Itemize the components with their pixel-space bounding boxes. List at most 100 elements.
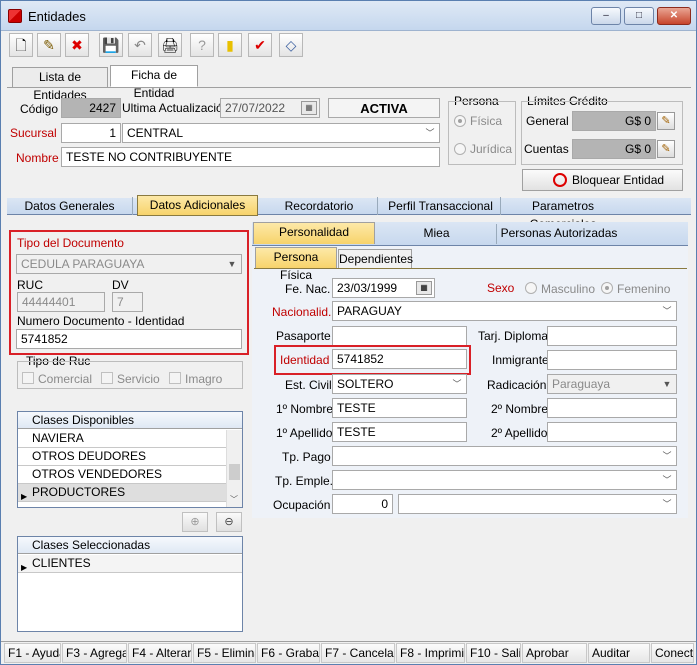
imagro-label: Imagro xyxy=(185,372,223,386)
add-clase-button[interactable]: ⊕ xyxy=(182,512,208,532)
calendar-icon[interactable]: ▦ xyxy=(416,281,432,295)
exit-icon[interactable]: ▮ xyxy=(218,33,242,57)
aprobar-button[interactable]: Aprobar xyxy=(522,643,587,663)
auditar-button[interactable]: Auditar xyxy=(588,643,650,663)
tp-pago-select[interactable]: ﹀ xyxy=(332,446,677,466)
f10-salir-button[interactable]: F10 - Salir xyxy=(466,643,521,663)
bloquear-entidad-button[interactable]: Bloquear Entidad xyxy=(522,169,683,191)
edit-general-icon[interactable]: ✎ xyxy=(657,112,675,130)
confirm-icon[interactable]: ✔ xyxy=(248,33,272,57)
tab-miea[interactable]: Miea xyxy=(377,224,497,244)
servicio-checkbox[interactable] xyxy=(101,372,113,384)
scroll-down-icon[interactable]: ﹀ xyxy=(230,494,238,505)
tab-recordatorio[interactable]: Recordatorio xyxy=(261,197,378,215)
radicacion-label: Radicación xyxy=(487,378,547,392)
edit-icon[interactable]: ✎ xyxy=(37,33,61,57)
tab-dependientes[interactable]: Dependientes xyxy=(338,249,413,268)
f6-grabar-button[interactable]: F6 - Grabar xyxy=(257,643,320,663)
sucursal-select[interactable]: CENTRAL ﹀ xyxy=(122,123,440,143)
identidad-label: Identidad xyxy=(280,353,330,367)
list-item[interactable]: ▶ CLIENTES xyxy=(18,555,242,573)
apellido2-field[interactable] xyxy=(547,422,677,442)
cuentas-field: G$ 0 xyxy=(572,139,656,159)
minimize-button[interactable]: – xyxy=(591,7,621,25)
new-icon[interactable]: 🗋 xyxy=(9,33,33,57)
chevron-down-icon: ﹀ xyxy=(662,475,672,485)
nombre2-field[interactable] xyxy=(547,398,677,418)
tp-emple-label: Tp. Emple. xyxy=(275,474,334,488)
nombre-label: Nombre xyxy=(16,151,59,165)
tp-emple-select[interactable]: ﹀ xyxy=(332,470,677,490)
juridica-radio[interactable] xyxy=(454,143,466,155)
scrollbar-thumb[interactable] xyxy=(229,464,240,480)
calendar-icon[interactable]: ▦ xyxy=(301,101,317,115)
est-civil-label: Est. Civil xyxy=(285,378,332,392)
tarj-diploma-field[interactable] xyxy=(547,326,677,346)
print-icon[interactable]: 🖨 xyxy=(158,33,182,57)
dv-field: 7 xyxy=(112,292,143,312)
status-badge: ACTIVA xyxy=(328,98,440,118)
tab-datos-generales[interactable]: Datos Generales xyxy=(7,197,133,215)
nombre1-field[interactable]: TESTE xyxy=(332,398,467,418)
f1-ayuda-button[interactable]: F1 - Ayuda xyxy=(4,643,61,663)
nombre-field[interactable]: TESTE NO CONTRIBUYENTE xyxy=(61,147,440,167)
sucursal-label: Sucursal xyxy=(10,126,57,140)
save-icon[interactable]: 💾 xyxy=(99,33,123,57)
chevron-down-icon: ﹀ xyxy=(662,499,672,509)
f3-agrega-button[interactable]: F3 - Agrega xyxy=(62,643,127,663)
status-bar: F1 - Ayuda F3 - Agrega F4 - Alterar F5 -… xyxy=(1,641,696,664)
scrollbar[interactable]: ﹀ xyxy=(226,430,242,507)
tab-personalidad[interactable]: Personalidad xyxy=(253,222,375,244)
remove-clase-button[interactable]: ⊖ xyxy=(216,512,242,532)
undo-icon[interactable]: ↶ xyxy=(128,33,152,57)
identidad-field[interactable]: 5741852 xyxy=(332,349,467,369)
femenino-label: Femenino xyxy=(617,282,671,296)
fisica-radio[interactable] xyxy=(454,115,466,127)
list-item[interactable]: OTROS DEUDORES xyxy=(18,448,226,466)
delete-icon[interactable]: ✖ xyxy=(65,33,89,57)
edit-cuentas-icon[interactable]: ✎ xyxy=(657,140,675,158)
f5-eliminar-button[interactable]: F5 - Eliminar xyxy=(193,643,256,663)
radicacion-select[interactable]: Paraguaya ▼ xyxy=(547,374,677,394)
masculino-radio[interactable] xyxy=(525,282,537,294)
est-civil-select[interactable]: SOLTERO ﹀ xyxy=(332,374,467,394)
femenino-radio[interactable] xyxy=(601,282,613,294)
chevron-down-icon: ﹀ xyxy=(662,306,672,316)
f7-cancelar-button[interactable]: F7 - Cancelar xyxy=(321,643,395,663)
help-icon[interactable]: ? xyxy=(190,33,214,57)
comercial-checkbox[interactable] xyxy=(22,372,34,384)
inmigrante-field[interactable] xyxy=(547,350,677,370)
clases-disponibles-grid[interactable]: Clases Disponibles NAVIERA OTROS DEUDORE… xyxy=(17,411,243,508)
pasaporte-field[interactable] xyxy=(332,326,467,346)
tab-datos-adicionales[interactable]: Datos Adicionales xyxy=(137,195,258,216)
tipo-documento-value: CEDULA PARAGUAYA xyxy=(21,257,145,271)
list-item[interactable]: ▶ PRODUCTORES xyxy=(18,484,226,502)
tipo-documento-select[interactable]: CEDULA PARAGUAYA ▼ xyxy=(16,254,242,274)
imagro-checkbox[interactable] xyxy=(169,372,181,384)
tab-ficha-entidad[interactable]: Ficha de Entidad xyxy=(110,65,198,100)
apellido1-field[interactable]: TESTE xyxy=(332,422,467,442)
cuentas-label: Cuentas xyxy=(524,142,569,156)
sucursal-number-field[interactable]: 1 xyxy=(61,123,121,143)
tab-persona-fisica[interactable]: Persona Física xyxy=(255,247,337,282)
f4-alterar-button[interactable]: F4 - Alterar xyxy=(128,643,192,663)
ocupacion-code-field[interactable]: 0 xyxy=(332,494,393,514)
entidades-window: Entidades – □ ✕ 🗋 ✎ ✖ 💾 ↶ 🖨 ? ▮ ✔ ◇ List… xyxy=(0,0,697,665)
conectar-button[interactable]: Conectar xyxy=(651,643,694,663)
tab-lista-entidades[interactable]: Lista de Entidades xyxy=(12,67,108,102)
tab-parametros-comerciales[interactable]: Parametros Comerciales xyxy=(503,197,623,231)
tab-perfil-transaccional[interactable]: Perfil Transaccional xyxy=(381,197,501,215)
ocupacion-select[interactable]: ﹀ xyxy=(398,494,677,514)
list-item[interactable]: OTROS VENDEDORES xyxy=(18,466,226,484)
juridica-label: Jurídica xyxy=(470,142,513,156)
close-button[interactable]: ✕ xyxy=(657,7,691,25)
nacionalidad-select[interactable]: PARAGUAY ﹀ xyxy=(332,301,677,321)
fe-nac-field[interactable]: 23/03/1999 ▦ xyxy=(332,278,435,298)
clear-icon[interactable]: ◇ xyxy=(279,33,303,57)
maximize-button[interactable]: □ xyxy=(624,7,654,25)
list-item[interactable]: NAVIERA xyxy=(18,430,226,448)
clases-seleccionadas-grid[interactable]: Clases Seleccionadas ▶ CLIENTES xyxy=(17,536,243,632)
tab-personas-autorizadas[interactable]: Personas Autorizadas xyxy=(499,224,619,244)
f8-imprimir-button[interactable]: F8 - Imprimir xyxy=(396,643,465,663)
numero-documento-field[interactable]: 5741852 xyxy=(16,329,242,349)
